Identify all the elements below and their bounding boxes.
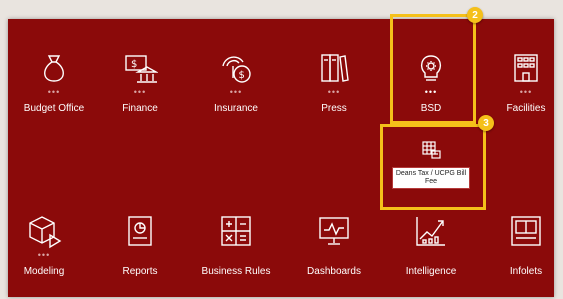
trend-chart-icon: [413, 213, 449, 249]
more-dots[interactable]: •••: [38, 251, 50, 260]
modeling-cube-icon: [26, 213, 62, 249]
tile-insurance[interactable]: $ ••• Insurance: [196, 50, 276, 130]
tile-reports[interactable]: ••• Reports: [100, 213, 180, 293]
finance-bank-icon: $: [122, 50, 158, 86]
tile-dashboards[interactable]: ••• Dashboards: [294, 213, 374, 293]
tile-intelligence[interactable]: ••• Intelligence: [391, 213, 471, 293]
svg-text:$: $: [131, 59, 137, 70]
tile-infolets[interactable]: ••• Infolets: [486, 213, 563, 293]
tile-label: Finance: [122, 103, 158, 114]
tile-press[interactable]: ••• Press: [294, 50, 374, 130]
tile-modeling[interactable]: ••• Modeling: [4, 213, 84, 293]
tile-label: Business Rules: [201, 266, 271, 277]
tile-facilities[interactable]: ••• Facilities: [486, 50, 563, 130]
calculator-icon: [218, 213, 254, 249]
tile-label: Dashboards: [307, 266, 361, 277]
tile-finance[interactable]: $ ••• Finance: [100, 50, 180, 130]
more-dots[interactable]: •••: [48, 88, 60, 97]
svg-text:$: $: [239, 70, 245, 81]
more-dots[interactable]: •••: [134, 88, 146, 97]
tile-budget-office[interactable]: ••• Budget Office: [14, 50, 94, 130]
tile-label: Reports: [122, 266, 158, 277]
building-icon: [508, 50, 544, 86]
tile-label: Budget Office: [23, 103, 85, 114]
tile-label: Insurance: [214, 103, 258, 114]
press-books-icon: [316, 50, 352, 86]
tile-label: Infolets: [509, 266, 543, 277]
highlight-box-bsd: [390, 14, 476, 124]
tile-label: Facilities: [506, 103, 546, 114]
tile-business-rules[interactable]: ••• Business Rules: [196, 213, 276, 293]
monitor-chart-icon: [316, 213, 352, 249]
step-badge-2: 2: [467, 7, 483, 23]
tile-label: Intelligence: [405, 266, 457, 277]
more-dots[interactable]: •••: [520, 88, 532, 97]
infolets-icon: [508, 213, 544, 249]
money-bag-icon: [36, 50, 72, 86]
more-dots[interactable]: •••: [328, 88, 340, 97]
tile-label: Modeling: [23, 266, 65, 277]
step-badge-3: 3: [478, 115, 494, 131]
insurance-icon: $: [218, 50, 254, 86]
more-dots[interactable]: •••: [230, 88, 242, 97]
tile-label: Press: [321, 103, 347, 114]
report-chart-icon: [122, 213, 158, 249]
highlight-box-submenu: [380, 124, 486, 210]
